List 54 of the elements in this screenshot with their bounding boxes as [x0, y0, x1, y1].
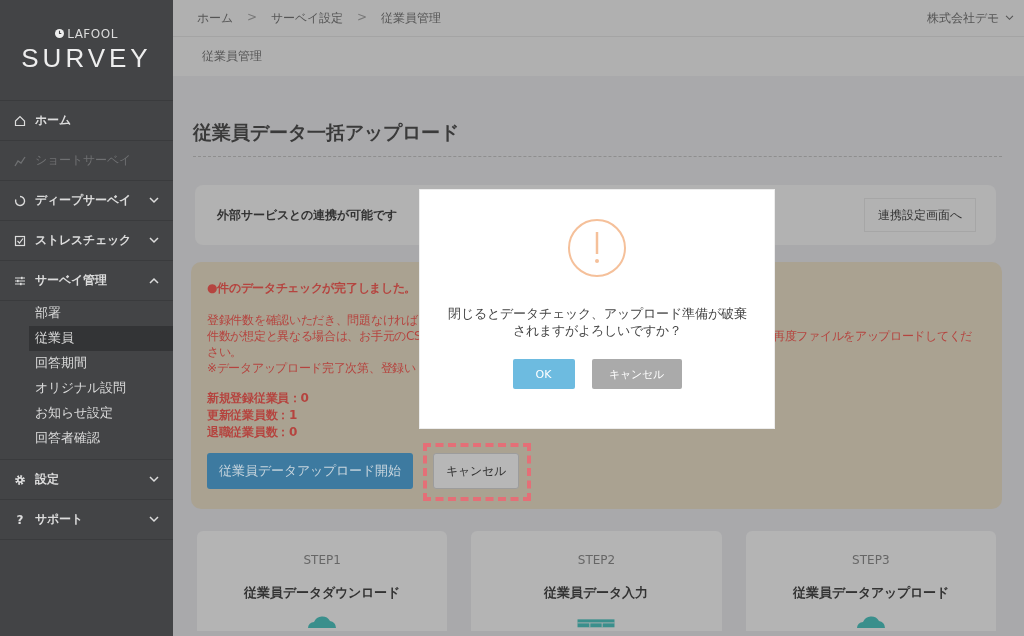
page-title: 従業員データ一括アップロード	[193, 120, 1002, 157]
step-title: 従業員データ入力	[544, 585, 649, 602]
warning-icon	[567, 218, 627, 278]
breadcrumb-item[interactable]: サーベイ設定	[271, 9, 344, 27]
sidebar-item[interactable]: ストレスチェック	[0, 221, 173, 261]
step-number: STEP2	[577, 553, 616, 567]
chart-line-icon	[14, 154, 26, 167]
sidebar-subitem[interactable]: 部署	[29, 301, 173, 326]
step-title: 従業員データダウンロード	[244, 585, 401, 602]
step-title: 従業員データアップロード	[792, 585, 949, 602]
count-text: 退職従業員数：0	[207, 425, 297, 439]
sidebar-subitem[interactable]: 回答期間	[29, 351, 173, 376]
logo-brand: LAFOOL	[55, 26, 118, 41]
notice-text: さい。	[207, 344, 243, 360]
dialog-message: 閉じるとデータチェック、アップロード準備が破棄されますがよろしいですか？	[446, 305, 748, 339]
home-icon	[14, 114, 26, 127]
chevron-up-icon	[149, 277, 159, 284]
step-number: STEP3	[852, 553, 890, 567]
sidebar-subitem[interactable]: 回答者確認	[29, 426, 173, 451]
step-number: STEP1	[303, 553, 341, 567]
section-title: 従業員管理	[202, 48, 262, 65]
company-menu[interactable]: 株式会社デモ	[927, 9, 1014, 27]
notice-text: 再度ファイルをアップロードしてくだ	[773, 328, 972, 344]
chevron-down-icon	[149, 197, 159, 204]
clock-icon	[55, 29, 65, 38]
count-text: 更新従業員数：1	[207, 408, 297, 422]
chevron-down-icon	[1005, 15, 1014, 21]
help-icon: ?	[14, 512, 26, 527]
sidebar-item[interactable]: サーベイ管理	[0, 261, 173, 301]
sliders-icon	[14, 274, 26, 287]
sidebar-subitem[interactable]: オリジナル設問	[29, 376, 173, 401]
sidebar-item[interactable]: ? サポート	[0, 500, 173, 540]
count-text: 新規登録従業員：0	[207, 391, 309, 405]
notice-text: ※データアップロード完了次第、登録い	[207, 360, 416, 376]
cancel-button[interactable]: キャンセル	[433, 453, 519, 489]
sidebar-item[interactable]: ホーム	[0, 101, 173, 141]
sidebar-subitem[interactable]: 従業員	[29, 326, 173, 351]
integration-text: 外部サービスとの連携が可能です	[217, 206, 398, 224]
gear-icon	[14, 473, 26, 486]
checkbox-icon	[14, 234, 26, 247]
sidebar-subitem[interactable]: お知らせ設定	[29, 401, 173, 426]
sidebar-item[interactable]: ディープサーベイ	[0, 181, 173, 221]
breadcrumb-item: 従業員管理	[381, 9, 442, 27]
sidebar-item[interactable]: 設定	[0, 460, 173, 500]
chevron-down-icon	[149, 516, 159, 523]
notice-text: 登録件数を確認いただき、問題なければ	[207, 312, 418, 328]
chevron-down-icon	[149, 476, 159, 483]
breadcrumb-item[interactable]: ホーム	[197, 9, 233, 27]
notice-heading: ●件のデータチェックが完了しました。	[207, 280, 418, 297]
breadcrumb-separator: >	[247, 9, 258, 26]
breadcrumb-separator: >	[357, 9, 368, 26]
integration-settings-button[interactable]: 連携設定画面へ	[864, 198, 976, 232]
logo-title: SURVEY	[21, 42, 152, 74]
chevron-down-icon	[149, 237, 159, 244]
